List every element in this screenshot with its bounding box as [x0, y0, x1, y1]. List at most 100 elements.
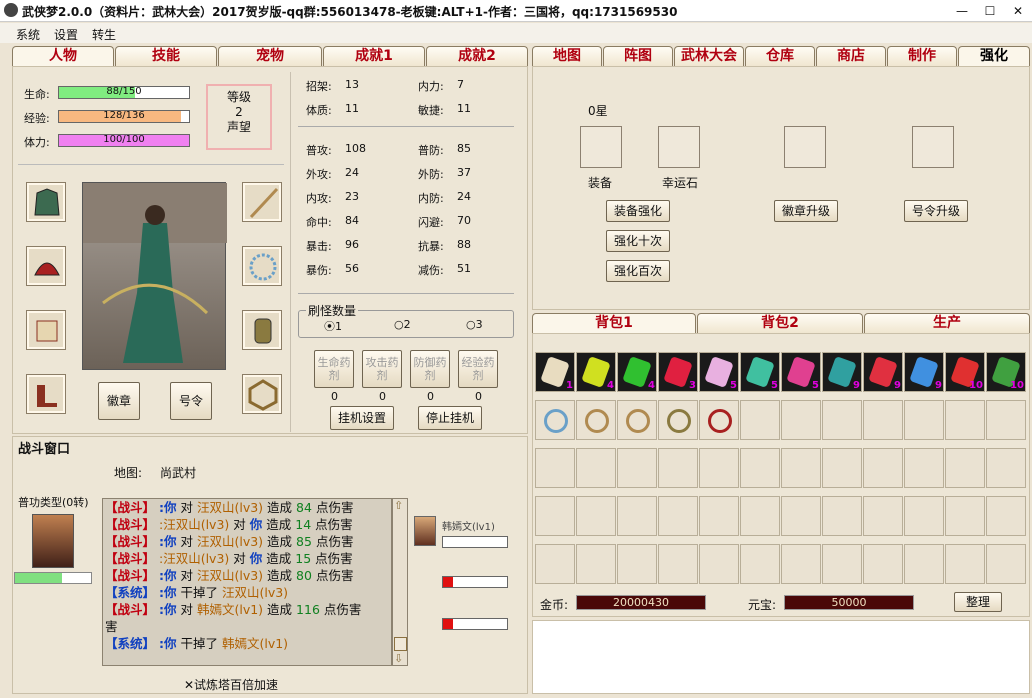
bag-slot[interactable]: [945, 544, 985, 584]
bag-slot[interactable]: [945, 448, 985, 488]
tab-enhance[interactable]: 强化: [958, 46, 1030, 66]
bag-slot[interactable]: 4: [576, 352, 616, 392]
hp-potion-button[interactable]: 生命药剂: [314, 350, 354, 388]
equip-slot[interactable]: [580, 126, 622, 168]
sort-button[interactable]: 整理: [954, 592, 1002, 612]
bag-slot[interactable]: [658, 496, 698, 536]
necklace-slot-icon[interactable]: [242, 246, 282, 286]
tab-shop[interactable]: 商店: [816, 46, 886, 66]
bag-slot[interactable]: 5: [781, 352, 821, 392]
amulet-slot-icon[interactable]: [242, 374, 282, 414]
maximize-button[interactable]: ☐: [980, 2, 1000, 20]
tab-character[interactable]: 人物: [12, 46, 114, 66]
menu-system[interactable]: 系统: [16, 26, 40, 43]
bag-slot[interactable]: [699, 544, 739, 584]
battle-log[interactable]: 【战斗】 :你 对 汪双山(lv3) 造成 84 点伤害 【战斗】 :汪双山(l…: [102, 498, 392, 666]
bag-slot[interactable]: [822, 400, 862, 440]
tab-bag2[interactable]: 背包2: [697, 313, 863, 333]
bag-slot[interactable]: [822, 448, 862, 488]
bag-slot[interactable]: [535, 544, 575, 584]
enhance-hundred-button[interactable]: 强化百次: [606, 260, 670, 282]
bag-slot[interactable]: [658, 544, 698, 584]
bag-slot[interactable]: [699, 400, 739, 440]
spawn-option-3[interactable]: ○3: [466, 318, 483, 331]
order-upgrade-button[interactable]: 号令升级: [904, 200, 968, 222]
exp-potion-button[interactable]: 经验药剂: [458, 350, 498, 388]
bag-slot[interactable]: [904, 544, 944, 584]
bag-slot[interactable]: [740, 544, 780, 584]
bag-slot[interactable]: 10: [986, 352, 1026, 392]
bag-slot[interactable]: [863, 544, 903, 584]
bag-slot[interactable]: [904, 448, 944, 488]
bag-slot[interactable]: [986, 400, 1026, 440]
bag-slot[interactable]: 9: [822, 352, 862, 392]
bag-slot[interactable]: [781, 496, 821, 536]
bag-slot[interactable]: [658, 400, 698, 440]
tab-production[interactable]: 生产: [864, 313, 1030, 333]
spawn-option-2[interactable]: ○2: [394, 318, 411, 331]
bag-slot[interactable]: [904, 496, 944, 536]
tab-bag1[interactable]: 背包1: [532, 313, 696, 333]
enhance-equip-button[interactable]: 装备强化: [606, 200, 670, 222]
bag-slot[interactable]: [986, 496, 1026, 536]
bag-slot[interactable]: [863, 400, 903, 440]
bag-slot[interactable]: [699, 496, 739, 536]
luck-stone-slot[interactable]: [658, 126, 700, 168]
boots-slot-icon[interactable]: [26, 374, 66, 414]
bag-slot[interactable]: [576, 544, 616, 584]
bag-slot[interactable]: [699, 448, 739, 488]
bracer-slot-icon[interactable]: [26, 310, 66, 350]
tab-pets[interactable]: 宠物: [218, 46, 322, 66]
idle-settings-button[interactable]: 挂机设置: [330, 406, 394, 430]
bag-slot[interactable]: [863, 496, 903, 536]
tab-achievement1[interactable]: 成就1: [323, 46, 425, 66]
bag-slot[interactable]: [576, 448, 616, 488]
order-button[interactable]: 号令: [170, 382, 212, 420]
order-upgrade-slot[interactable]: [912, 126, 954, 168]
scroll-up-icon[interactable]: ⇧: [394, 499, 403, 512]
weapon-slot-icon[interactable]: [242, 182, 282, 222]
bag-slot[interactable]: [535, 448, 575, 488]
bag-slot[interactable]: [945, 400, 985, 440]
scroll-down-icon[interactable]: ⇩: [394, 652, 403, 665]
bag-slot[interactable]: [740, 496, 780, 536]
bag-slot[interactable]: [781, 544, 821, 584]
bag-slot[interactable]: [822, 544, 862, 584]
bag-slot[interactable]: [576, 400, 616, 440]
tab-craft[interactable]: 制作: [887, 46, 957, 66]
ring-slot-icon[interactable]: [242, 310, 282, 350]
bag-slot[interactable]: [904, 400, 944, 440]
bag-slot[interactable]: 1: [535, 352, 575, 392]
bag-slot[interactable]: [863, 448, 903, 488]
bag-slot[interactable]: [617, 544, 657, 584]
minimize-button[interactable]: —: [952, 2, 972, 20]
tab-storage[interactable]: 仓库: [745, 46, 815, 66]
badge-upgrade-button[interactable]: 徽章升级: [774, 200, 838, 222]
bag-slot[interactable]: [617, 496, 657, 536]
bag-slot[interactable]: [740, 448, 780, 488]
bag-slot[interactable]: [576, 496, 616, 536]
bag-slot[interactable]: [535, 400, 575, 440]
scroll-thumb[interactable]: [394, 637, 407, 651]
bag-slot[interactable]: [781, 448, 821, 488]
tab-formation[interactable]: 阵图: [603, 46, 673, 66]
tab-map[interactable]: 地图: [532, 46, 602, 66]
bag-slot[interactable]: [986, 544, 1026, 584]
bag-slot[interactable]: [740, 400, 780, 440]
attack-potion-button[interactable]: 攻击药剂: [362, 350, 402, 388]
badge-button[interactable]: 徽章: [98, 382, 140, 420]
stop-idle-button[interactable]: 停止挂机: [418, 406, 482, 430]
tab-achievement2[interactable]: 成就2: [426, 46, 528, 66]
bag-slot[interactable]: 3: [658, 352, 698, 392]
bag-slot[interactable]: 10: [945, 352, 985, 392]
badge-upgrade-slot[interactable]: [784, 126, 826, 168]
bag-slot[interactable]: 5: [740, 352, 780, 392]
bag-slot[interactable]: [945, 496, 985, 536]
tab-tournament[interactable]: 武林大会: [674, 46, 744, 66]
bag-slot[interactable]: 5: [699, 352, 739, 392]
log-scrollbar[interactable]: ⇧ ⇩: [392, 498, 408, 666]
armor-slot-icon[interactable]: [26, 182, 66, 222]
enhance-ten-button[interactable]: 强化十次: [606, 230, 670, 252]
tower-speed-toggle[interactable]: ✕试炼塔百倍加速: [184, 676, 278, 693]
menu-rebirth[interactable]: 转生: [92, 26, 116, 43]
